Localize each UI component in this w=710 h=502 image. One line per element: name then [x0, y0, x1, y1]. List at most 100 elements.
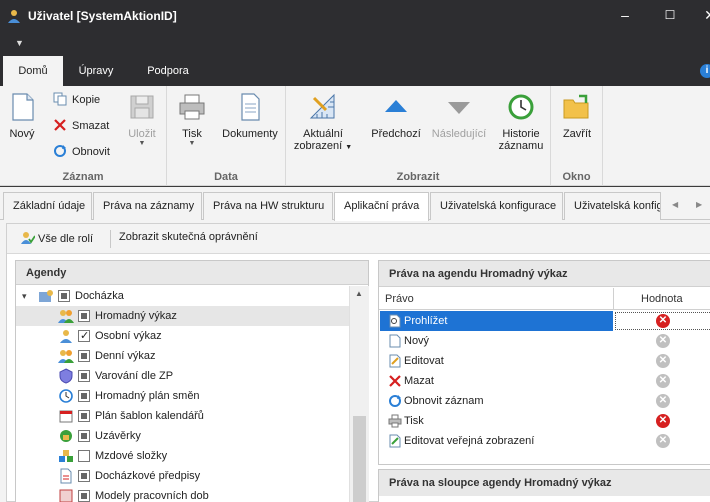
prava-row[interactable]: Tisk ✕	[379, 411, 710, 431]
new-document-icon	[12, 93, 34, 121]
scroll-up-icon[interactable]: ▲	[355, 289, 363, 298]
prava-row[interactable]: Editovat ✕	[379, 351, 710, 371]
tab-aplikacni-prava[interactable]: Aplikační práva	[334, 192, 429, 221]
prava-row[interactable]: Prohlížet ✕	[379, 311, 710, 331]
inherited-x-icon[interactable]: ✕	[656, 394, 670, 408]
tisk-button[interactable]: Tisk ▼	[176, 92, 208, 147]
aplikacni-prava-panel: Vše dle rolí Zobrazit skutečná oprávnění…	[6, 223, 710, 502]
column-separator	[613, 288, 614, 310]
edit-icon	[388, 354, 402, 368]
tab-prava-na-hw-strukturu[interactable]: Práva na HW strukturu	[203, 192, 333, 220]
copy-icon	[53, 92, 67, 106]
tree-item-checkbox[interactable]	[58, 290, 70, 302]
tree-item-checkbox[interactable]	[78, 310, 90, 322]
tree-item[interactable]: Varování dle ZP	[16, 366, 349, 386]
window-title: Uživatel [SystemAktionID]	[28, 9, 177, 23]
quick-access-dropdown-icon[interactable]: ▼	[15, 38, 24, 48]
tree-item-checkbox[interactable]	[78, 390, 90, 402]
smazat-button[interactable]: Smazat	[53, 117, 109, 135]
kopie-button[interactable]: Kopie	[53, 91, 100, 109]
novy-label: Nový	[9, 128, 35, 140]
prava-row-cell[interactable]: Editovat veřejná zobrazení	[380, 431, 613, 451]
tree-expand-icon[interactable]: ▾	[22, 286, 27, 306]
obnovit-button[interactable]: Obnovit	[53, 143, 110, 161]
clock-icon	[58, 388, 74, 404]
zobrazit-opravneni-button[interactable]: Zobrazit skutečná oprávnění	[119, 231, 258, 243]
prava-row-cell[interactable]: Obnovit záznam	[380, 391, 613, 411]
view-icon	[388, 314, 402, 328]
tab-scroll-left-icon[interactable]: ◀	[672, 200, 678, 209]
prava-row[interactable]: Mazat ✕	[379, 371, 710, 391]
aktualni-zobrazeni-button[interactable]: Aktuální zobrazení ▼	[292, 92, 354, 152]
prava-row-cell[interactable]: Nový	[380, 331, 613, 351]
maximize-button[interactable]: ☐	[650, 4, 690, 26]
zaznamu-label: záznamu	[498, 140, 544, 152]
prava-row-cell[interactable]: Prohlížet	[380, 311, 613, 331]
edit-public-icon	[388, 434, 402, 448]
tree-item[interactable]: Mzdové složky	[16, 446, 349, 466]
predchozi-button[interactable]: Předchozí	[370, 92, 422, 140]
tab-zakladni-udaje[interactable]: Základní údaje	[3, 192, 92, 220]
tab-prava-na-zaznamy[interactable]: Práva na záznamy	[93, 192, 202, 220]
tree-item[interactable]: Hromadný výkaz	[16, 306, 349, 326]
smazat-label: Smazat	[72, 120, 110, 132]
scrollbar-thumb[interactable]	[353, 416, 366, 502]
tree-item-checkbox[interactable]	[78, 490, 90, 502]
info-icon[interactable]: i	[700, 64, 710, 78]
prava-row-cell[interactable]: Editovat	[380, 351, 613, 371]
inherited-x-icon[interactable]: ✕	[656, 334, 670, 348]
prava-row-cell[interactable]: Mazat	[380, 371, 613, 391]
tree-item[interactable]: Uzávěrky	[16, 426, 349, 446]
tab-uzivatelska-konfig-2[interactable]: Uživatelská konfig	[564, 192, 661, 220]
ribbon-tab-domu[interactable]: Domů	[3, 56, 63, 86]
ulozit-button[interactable]: Uložit ▼	[124, 92, 160, 147]
tree-item[interactable]: Denní výkaz	[16, 346, 349, 366]
tree-item[interactable]: Hromadný plán směn	[16, 386, 349, 406]
inherited-x-icon[interactable]: ✕	[656, 434, 670, 448]
users-icon	[58, 348, 74, 364]
column-pravo[interactable]: Právo	[385, 288, 414, 310]
minimize-button[interactable]: –	[605, 4, 645, 26]
tree-item[interactable]: Osobní výkaz	[16, 326, 349, 346]
denied-x-icon[interactable]: ✕	[656, 414, 670, 428]
tree-item-label: Hromadný výkaz	[95, 310, 177, 322]
prava-sloupce-header: Práva na sloupce agendy Hromadný výkaz	[379, 470, 710, 496]
tree-item-checkbox[interactable]	[78, 410, 90, 422]
model-icon	[58, 488, 74, 502]
column-hodnota[interactable]: Hodnota	[641, 288, 683, 310]
tree-item-checkbox[interactable]	[78, 430, 90, 442]
dokumenty-button[interactable]: Dokumenty	[220, 92, 280, 140]
tree-item[interactable]: Modely pracovních dob	[16, 486, 349, 502]
tree-item-label: Modely pracovních dob	[95, 490, 209, 502]
nasledujici-button[interactable]: Následující	[429, 92, 489, 140]
prava-row-cell[interactable]: Tisk	[380, 411, 613, 431]
agendy-scrollbar[interactable]: ▲	[349, 286, 369, 502]
tree-item-checkbox[interactable]	[78, 470, 90, 482]
tree-item-checkbox[interactable]	[78, 450, 90, 462]
tab-uzivatelska-konfigurace[interactable]: Uživatelská konfigurace	[430, 192, 563, 220]
prava-row[interactable]: Editovat veřejná zobrazení ✕	[379, 431, 710, 451]
toolbar-separator	[110, 230, 111, 248]
vse-dle-roli-button[interactable]: Vše dle rolí	[21, 231, 93, 245]
ribbon-tab-upravy[interactable]: Úpravy	[66, 56, 126, 86]
historie-zaznamu-button[interactable]: Historie záznamu	[496, 92, 546, 152]
tree-item-checkbox[interactable]	[78, 350, 90, 362]
ribbon-tab-podpora[interactable]: Podpora	[135, 56, 201, 86]
inherited-x-icon[interactable]: ✕	[656, 354, 670, 368]
prava-row[interactable]: Nový ✕	[379, 331, 710, 351]
tree-item[interactable]: Plán šablon kalendářů	[16, 406, 349, 426]
printer-icon	[179, 94, 205, 120]
novy-button[interactable]: Nový	[4, 92, 40, 140]
prava-row[interactable]: Obnovit záznam ✕	[379, 391, 710, 411]
tree-item-checkbox[interactable]	[78, 370, 90, 382]
zavrit-button[interactable]: Zavřít	[557, 92, 597, 140]
tree-item[interactable]: Docházkové předpisy	[16, 466, 349, 486]
close-window-button[interactable]: ✕	[690, 4, 710, 26]
tree-item[interactable]: ▾ Docházka	[16, 286, 349, 306]
folder-close-icon	[563, 94, 589, 119]
user-icon	[58, 328, 74, 344]
tree-item-checkbox[interactable]	[78, 326, 90, 346]
tab-scroll-right-icon[interactable]: ▶	[696, 200, 702, 209]
denied-x-icon[interactable]: ✕	[656, 314, 670, 328]
inherited-x-icon[interactable]: ✕	[656, 374, 670, 388]
